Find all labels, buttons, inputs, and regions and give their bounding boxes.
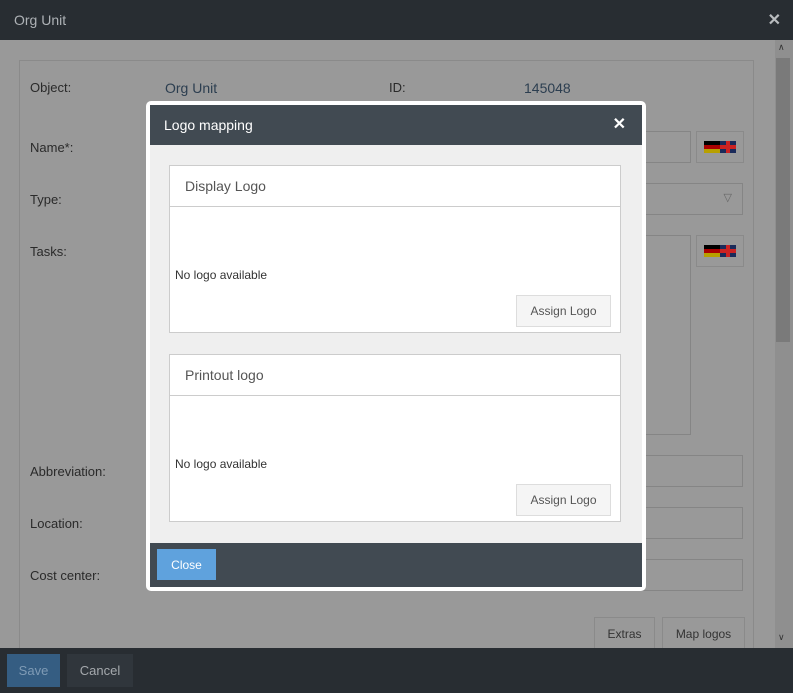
cost-center-label: Cost center: [30,568,101,583]
chevron-down-icon: ▽ [723,192,732,204]
window-title: Org Unit [14,12,67,28]
extras-button[interactable]: Extras [594,617,655,651]
object-label: Object: [30,80,72,95]
scroll-down-icon[interactable]: ∨ [778,632,785,643]
no-logo-text: No logo available [175,457,268,471]
object-value: Org Unit [165,80,218,96]
dialog-header: Logo mapping ✕ [150,105,642,145]
dialog-body: Display Logo No logo available Assign Lo… [150,145,642,543]
display-logo-card: Display Logo No logo available Assign Lo… [169,165,621,333]
dialog-footer: Close [150,543,642,587]
dialog-title: Logo mapping [164,117,253,133]
tasks-language-button[interactable] [696,235,744,267]
assign-logo-button[interactable]: Assign Logo [516,295,611,327]
card-title: Display Logo [170,166,620,207]
assign-logo-button[interactable]: Assign Logo [516,484,611,516]
german-flag-icon [704,245,720,257]
save-button[interactable]: Save [7,654,60,687]
tasks-label: Tasks: [30,244,67,259]
type-label: Type: [30,192,62,207]
german-flag-icon [704,141,720,153]
no-logo-text: No logo available [175,268,268,282]
close-button[interactable]: Close [157,549,216,580]
card-title: Printout logo [170,355,620,396]
window-close-icon[interactable]: ✕ [768,10,781,30]
dialog-close-icon[interactable]: ✕ [613,114,626,134]
scrollbar-thumb[interactable] [776,58,790,342]
location-label: Location: [30,516,83,531]
id-label: ID: [389,80,406,95]
uk-flag-icon [720,141,736,153]
printout-logo-card: Printout logo No logo available Assign L… [169,354,621,522]
name-language-button[interactable] [696,131,744,163]
window-title-bar: Org Unit [0,0,793,40]
name-label: Name*: [30,140,74,155]
abbreviation-label: Abbreviation: [30,464,106,479]
map-logos-button[interactable]: Map logos [662,617,745,651]
cancel-button[interactable]: Cancel [67,654,133,687]
id-value: 145048 [524,80,571,96]
uk-flag-icon [720,245,736,257]
logo-mapping-dialog: Logo mapping ✕ Display Logo No logo avai… [146,101,646,591]
scroll-up-icon[interactable]: ∧ [778,42,785,53]
